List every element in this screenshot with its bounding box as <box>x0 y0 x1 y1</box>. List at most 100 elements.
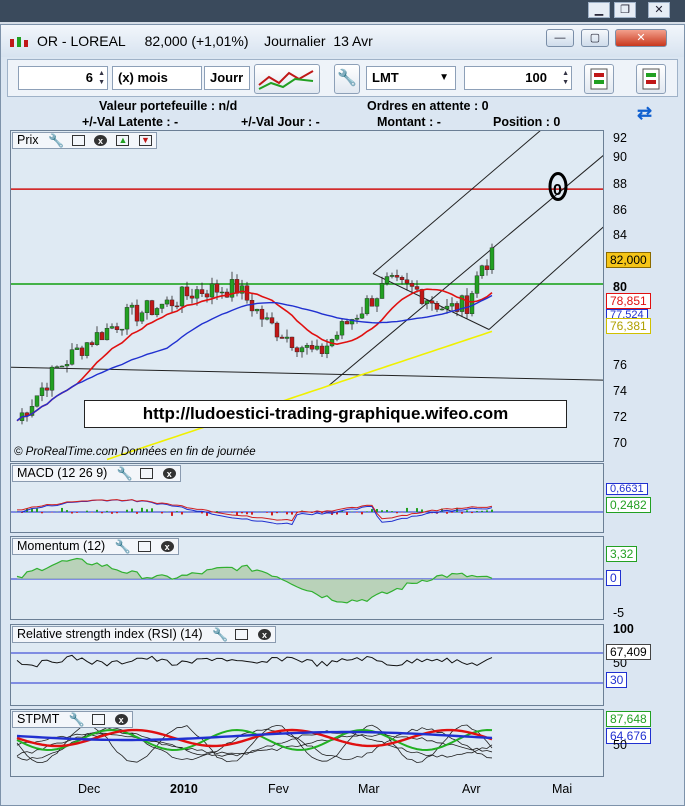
arrow-down-icon[interactable]: ▼ <box>138 135 152 147</box>
macd-histogram-bar <box>356 512 358 513</box>
wrench-icon[interactable]: 🔧 <box>115 540 131 553</box>
spinner-icon[interactable]: ▲ ▼ <box>560 69 569 87</box>
order-type-value: LMT <box>372 70 399 85</box>
wrench-icon[interactable]: 🔧 <box>212 628 228 641</box>
candle-body <box>264 317 270 320</box>
macd-histogram-bar <box>71 512 73 514</box>
sell-order-icon[interactable] <box>636 64 666 94</box>
window-title: OR - LOREAL 82,000 (+1,01%) Journalier 1… <box>37 33 373 49</box>
candle-body <box>469 293 475 314</box>
macd-histogram-bar <box>476 510 478 512</box>
macd-histogram-bar <box>416 508 418 512</box>
candle-body <box>89 342 95 345</box>
chart-candle-icon <box>10 37 28 47</box>
macd-histogram-bar <box>381 510 383 512</box>
stpmt-panel[interactable]: STPMT 🔧 x <box>10 709 604 777</box>
x-label-dec: Dec <box>78 782 101 796</box>
macd-value-tag: 0,6631 <box>606 483 648 495</box>
macd-histogram-bar <box>76 512 78 513</box>
macd-histogram-bar <box>246 512 248 515</box>
period-count-input[interactable]: 6 ▲ ▼ <box>18 66 108 90</box>
watermark-url: http://ludoestici-trading-graphique.wife… <box>84 400 567 428</box>
x-label-mar: Mar <box>358 782 380 796</box>
window-icon[interactable] <box>138 541 152 553</box>
tick-80: 80 <box>613 280 627 294</box>
date-label: 13 Avr <box>333 33 373 49</box>
candle-body <box>74 347 80 350</box>
tick-minus-5: -5 <box>613 606 625 620</box>
tick-70: 70 <box>613 436 627 450</box>
window-icon[interactable] <box>140 468 154 480</box>
window-minimize-button[interactable]: — <box>546 29 574 47</box>
candle-body <box>419 289 425 304</box>
x-label-avr: Avr <box>462 782 481 796</box>
swap-arrows-icon[interactable]: ⇄ <box>637 103 652 124</box>
candle-body <box>179 286 185 307</box>
chart-style-button[interactable] <box>254 64 320 94</box>
candle-body <box>464 295 470 314</box>
restore-icon[interactable]: ❐ <box>614 2 636 18</box>
window-icon[interactable] <box>92 714 106 726</box>
candle-body <box>309 345 315 350</box>
momentum-panel-header: Momentum (12) 🔧 x <box>12 538 179 555</box>
minimize-icon[interactable]: ▁ <box>588 2 610 18</box>
macd-histogram-bar <box>91 512 93 513</box>
quantity-input[interactable]: 100 ▲ ▼ <box>464 66 572 90</box>
macd-histogram-bar <box>176 511 178 512</box>
macd-histogram-bar <box>136 512 138 514</box>
macd-histogram-bar <box>276 512 278 514</box>
wrench-icon[interactable]: 🔧 <box>334 64 360 94</box>
candle-body <box>484 265 490 270</box>
momentum-panel[interactable]: Momentum (12) 🔧 x <box>10 536 604 620</box>
rsi-panel[interactable]: Relative strength index (RSI) (14) 🔧 x <box>10 624 604 706</box>
close-icon[interactable]: x <box>162 468 176 480</box>
macd-histogram-bar <box>41 512 43 514</box>
close-icon[interactable]: x <box>114 714 128 726</box>
window-icon[interactable] <box>71 135 85 147</box>
candle-body <box>474 275 480 294</box>
window-icon[interactable] <box>235 629 249 641</box>
amount-value: Montant : - <box>377 115 441 129</box>
macd-histogram-bar <box>396 512 398 514</box>
arrow-up-icon[interactable]: ▲ <box>116 135 130 147</box>
candle-body <box>424 300 430 304</box>
buy-order-icon[interactable] <box>584 64 614 94</box>
macd-histogram-bar <box>61 507 63 512</box>
macd-histogram-bar <box>201 512 203 514</box>
macd-panel-title: MACD (12 26 9) <box>17 466 108 480</box>
wrench-icon[interactable]: 🔧 <box>69 713 85 726</box>
close-icon[interactable]: ✕ <box>648 2 670 18</box>
interval-select[interactable]: Jourr <box>204 66 250 90</box>
order-type-select[interactable]: LMT ▼ <box>366 66 456 90</box>
macd-histogram-bar <box>266 512 268 513</box>
data-source-note: © ProRealTime.com Données en fin de jour… <box>14 446 256 458</box>
candle-body <box>439 308 445 311</box>
candle-body <box>344 321 350 325</box>
rsi-30-tag: 30 <box>606 672 628 688</box>
macd-panel[interactable]: MACD (12 26 9) 🔧 x <box>10 463 604 533</box>
spinner-icon[interactable]: ▲ ▼ <box>96 69 105 87</box>
stpmt-axis: 50 <box>605 738 677 754</box>
window-maximize-button[interactable]: ▢ <box>581 29 609 47</box>
stpmt-panel-header: STPMT 🔧 x <box>12 711 133 728</box>
macd-histogram-bar <box>96 509 98 512</box>
macd-histogram-bar <box>386 510 388 512</box>
macd-panel-header: MACD (12 26 9) 🔧 x <box>12 465 181 482</box>
tick-88: 88 <box>613 177 627 191</box>
window-close-button[interactable]: ✕ <box>615 29 667 47</box>
wrench-icon[interactable]: 🔧 <box>48 134 64 147</box>
candle-body <box>84 342 90 356</box>
period-unit-select[interactable]: (x) mois <box>112 66 202 90</box>
wrench-icon[interactable]: 🔧 <box>117 467 133 480</box>
close-icon[interactable]: x <box>257 629 271 641</box>
portfolio-value: Valeur portefeuille : n/d <box>99 99 238 113</box>
candle-body <box>99 332 105 341</box>
title-bar[interactable]: OR - LOREAL 82,000 (+1,01%) Journalier 1… <box>1 25 684 57</box>
close-icon[interactable]: x <box>93 135 107 147</box>
candle-body <box>219 291 225 294</box>
close-icon[interactable]: x <box>160 541 174 553</box>
tick-100: 100 <box>613 622 634 636</box>
candle-body <box>94 332 100 345</box>
macd-histogram-bar <box>241 512 243 514</box>
candle-body <box>209 283 215 298</box>
